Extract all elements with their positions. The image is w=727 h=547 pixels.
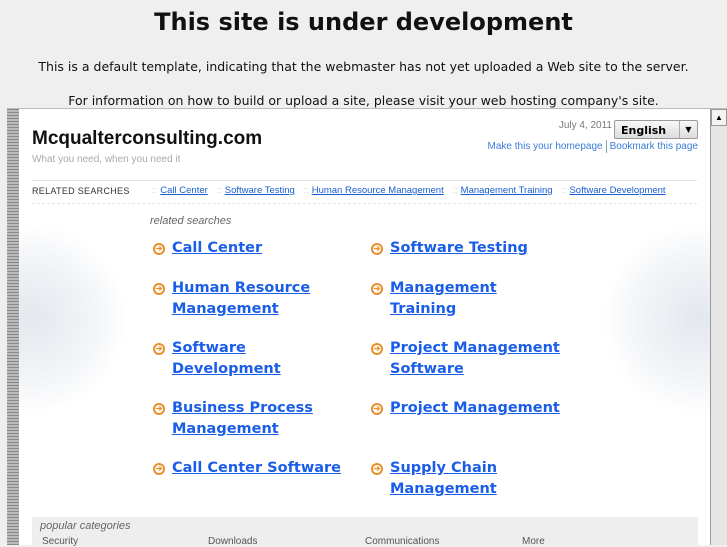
arrow-circle-icon: ➔ xyxy=(371,343,383,355)
popular-item[interactable]: Communications xyxy=(365,537,439,547)
related-link[interactable]: Human Resource Management xyxy=(172,278,342,320)
related-link[interactable]: Management Training xyxy=(390,278,560,320)
scroll-up-icon[interactable]: ▲ xyxy=(711,109,727,126)
decor-circle-right xyxy=(603,224,711,414)
decor-circle-left xyxy=(19,224,127,414)
related-bar-link[interactable]: Call Center xyxy=(160,185,208,196)
related-bar-link[interactable]: Software Development xyxy=(569,185,665,196)
divider xyxy=(32,180,697,181)
arrow-circle-icon: ➔ xyxy=(153,343,165,355)
make-homepage-link[interactable]: Make this your homepage xyxy=(488,141,603,152)
notice-line-2: For information on how to build or uploa… xyxy=(68,93,659,108)
popular-title: popular categories xyxy=(40,520,131,532)
popular-item[interactable]: Security xyxy=(42,537,78,547)
divider xyxy=(32,203,697,204)
related-item: ➔ Supply Chain Management xyxy=(371,458,571,500)
related-link[interactable]: Call Center Software xyxy=(172,458,342,479)
arrow-circle-icon: ➔ xyxy=(371,463,383,475)
related-link[interactable]: Business Process Management xyxy=(172,398,342,440)
top-links: Make this your homepage Bookmark this pag… xyxy=(488,140,698,153)
arrow-circle-icon: ➔ xyxy=(371,243,383,255)
related-link[interactable]: Project Management xyxy=(390,398,560,419)
site-frame: ▲ xyxy=(7,108,727,545)
frame-border xyxy=(7,109,19,545)
related-item: ➔ Project Management Software xyxy=(371,338,571,380)
related-link[interactable]: Supply Chain Management xyxy=(390,458,560,500)
arrow-circle-icon: ➔ xyxy=(153,243,165,255)
arrow-circle-icon: ➔ xyxy=(153,403,165,415)
popular-item[interactable]: More xyxy=(522,537,545,547)
notice-line-1: This is a default template, indicating t… xyxy=(38,59,689,74)
related-bar: :: Call Center :: Software Testing :: Human… xyxy=(152,185,666,196)
arrow-circle-icon: ➔ xyxy=(371,403,383,415)
related-bar-link[interactable]: Software Testing xyxy=(225,185,295,196)
language-value: English xyxy=(621,124,667,137)
arrow-circle-icon: ➔ xyxy=(153,463,165,475)
site-tagline: What you need, when you need it xyxy=(32,154,181,165)
arrow-circle-icon: ➔ xyxy=(153,283,165,295)
divider xyxy=(605,140,607,153)
related-item: ➔ Business Process Management xyxy=(153,398,353,440)
related-item: ➔ Human Resource Management xyxy=(153,278,353,320)
related-item: ➔ Management Training xyxy=(371,278,571,320)
date: July 4, 2011 xyxy=(558,120,612,131)
arrow-circle-icon: ➔ xyxy=(371,283,383,295)
related-bar-link[interactable]: Management Training xyxy=(461,185,553,196)
bookmark-link[interactable]: Bookmark this page xyxy=(610,141,698,152)
popular-categories: popular categories Security Downloads Co… xyxy=(32,517,698,547)
related-item: ➔ Software Development xyxy=(153,338,353,380)
related-item: ➔ Call Center xyxy=(153,238,353,259)
related-item: ➔ Project Management xyxy=(371,398,571,419)
related-link[interactable]: Call Center xyxy=(172,238,342,259)
notice-title: This site is under development xyxy=(154,8,573,36)
scrollbar[interactable]: ▲ xyxy=(710,109,727,545)
related-bar-label: RELATED SEARCHES xyxy=(32,186,130,196)
related-title: related searches xyxy=(150,215,232,227)
related-link[interactable]: Software Development xyxy=(172,338,342,380)
language-select[interactable]: English ▼ xyxy=(614,120,698,139)
related-item: ➔ Software Testing xyxy=(371,238,571,259)
site-name: Mcqualterconsulting.com xyxy=(32,128,263,149)
related-bar-link[interactable]: Human Resource Management xyxy=(312,185,444,196)
related-item: ➔ Call Center Software xyxy=(153,458,353,479)
chevron-down-icon[interactable]: ▼ xyxy=(679,121,697,138)
popular-item[interactable]: Downloads xyxy=(208,537,257,547)
related-link[interactable]: Software Testing xyxy=(390,238,560,259)
related-link[interactable]: Project Management Software xyxy=(390,338,560,380)
